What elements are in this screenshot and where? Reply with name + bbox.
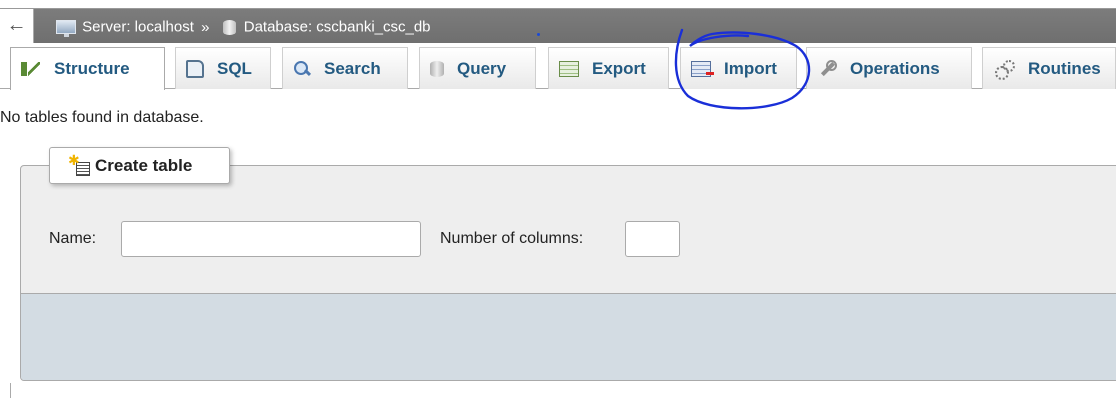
create-table-fieldset	[20, 165, 1116, 381]
tab-query-label: Query	[457, 58, 507, 78]
query-icon	[430, 60, 444, 77]
structure-icon	[21, 60, 41, 78]
no-tables-notice: No tables found in database.	[0, 109, 204, 126]
search-icon	[293, 60, 311, 78]
create-table-legend: Create table	[49, 147, 230, 184]
tab-operations-label: Operations	[850, 58, 940, 78]
tab-search[interactable]: Search	[282, 47, 408, 89]
table-name-input[interactable]	[121, 221, 421, 257]
tab-search-label: Search	[324, 58, 381, 78]
tab-operations[interactable]: Operations	[806, 47, 972, 89]
tab-routines[interactable]: Routines	[982, 47, 1116, 89]
tab-export-label: Export	[592, 58, 646, 78]
breadcrumb-database-link[interactable]: Database: cscbanki_csc_db	[244, 19, 431, 36]
annotation-dot	[537, 33, 540, 36]
breadcrumb-server-link[interactable]: Server: localhost	[82, 19, 194, 36]
wrench-icon	[817, 59, 837, 78]
tab-sql[interactable]: SQL	[175, 47, 271, 89]
database-icon	[222, 19, 236, 35]
page-divider	[10, 383, 11, 398]
number-of-columns-input[interactable]	[625, 221, 680, 257]
back-arrow-icon[interactable]: ←	[0, 9, 34, 43]
tab-structure-label: Structure	[54, 59, 130, 78]
name-label: Name:	[49, 230, 97, 247]
export-icon	[559, 60, 579, 77]
columns-label: Number of columns:	[440, 230, 584, 247]
import-icon	[691, 60, 714, 77]
tab-export[interactable]: Export	[548, 47, 669, 89]
top-breadcrumb-bar: ← Server: localhost » Database: cscbanki…	[0, 8, 1116, 43]
create-table-title: Create table	[95, 155, 193, 175]
tab-structure[interactable]: Structure	[10, 47, 165, 90]
server-icon	[56, 20, 76, 38]
tab-query[interactable]: Query	[419, 47, 536, 89]
fieldset-footer	[21, 293, 1116, 380]
breadcrumb-separator: »	[201, 18, 210, 36]
tab-bar: Structure SQL Search Query Export Import…	[0, 47, 1116, 90]
tab-sql-label: SQL	[217, 58, 252, 78]
create-table-icon	[68, 152, 90, 176]
breadcrumb: Server: localhost » Database: cscbanki_c…	[56, 18, 431, 38]
tab-import-label: Import	[724, 58, 777, 78]
sql-icon	[186, 59, 204, 78]
tab-routines-label: Routines	[1028, 58, 1101, 78]
tab-import[interactable]: Import	[680, 47, 797, 89]
routines-icon	[993, 59, 1015, 80]
